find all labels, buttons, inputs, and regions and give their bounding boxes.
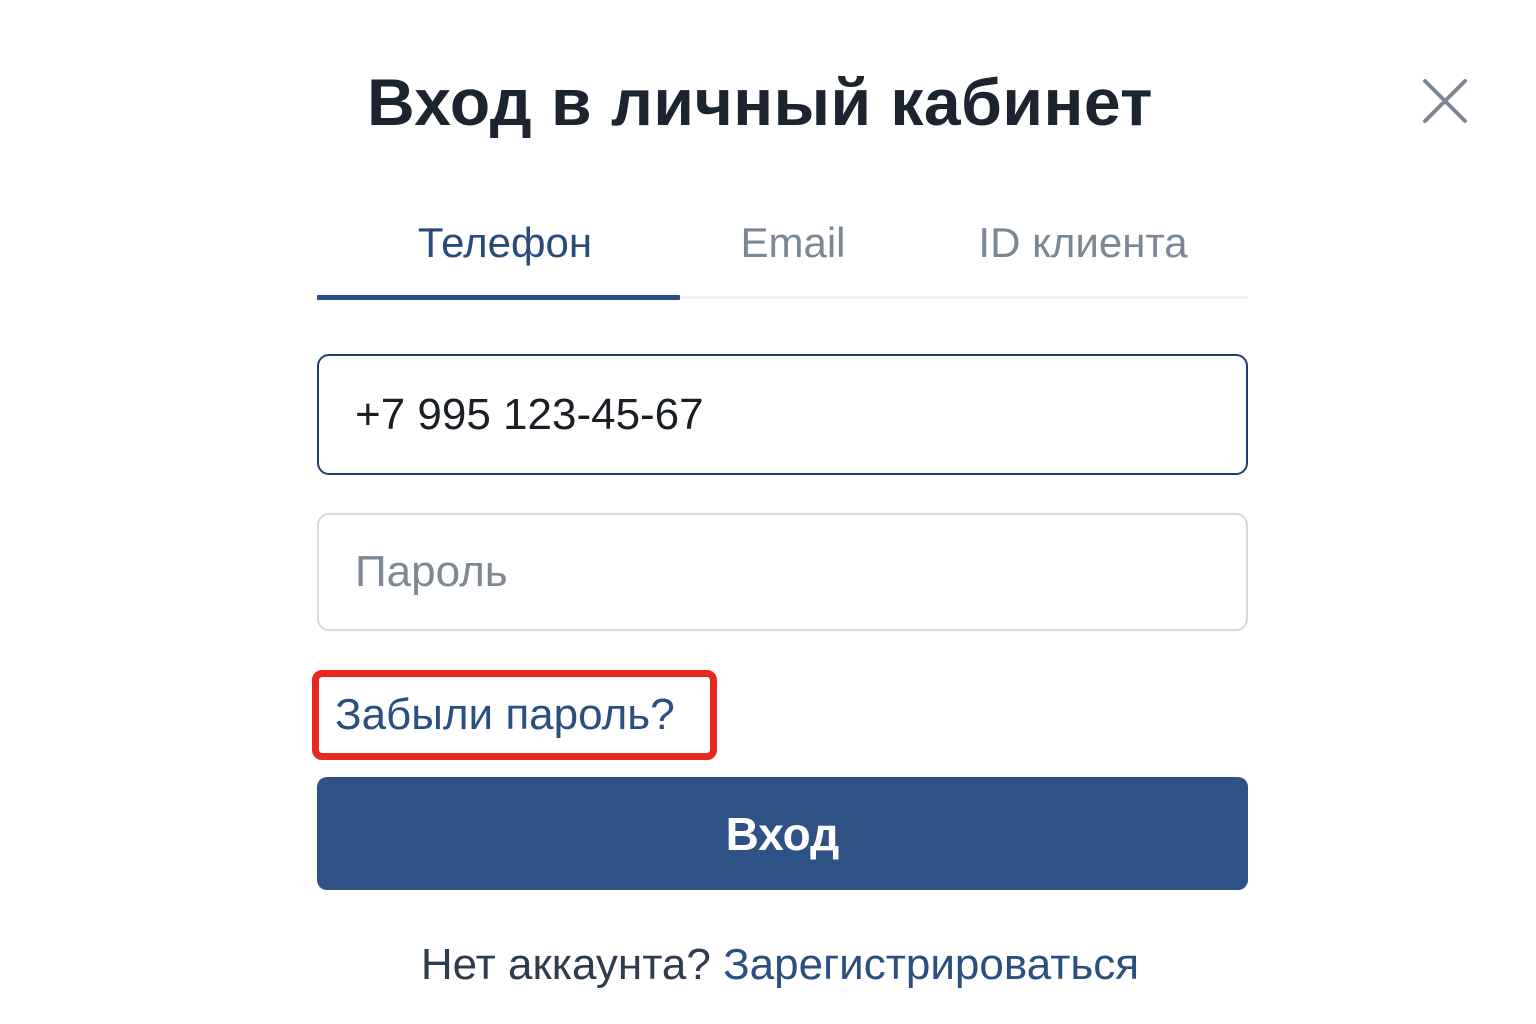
- forgot-password-link[interactable]: Забыли пароль?: [335, 685, 675, 745]
- register-link[interactable]: Зарегистрироваться: [723, 940, 1139, 989]
- tab-client-id[interactable]: ID клиента: [923, 210, 1243, 276]
- login-button[interactable]: Вход: [317, 777, 1248, 890]
- no-account-text: Нет аккаунта?: [420, 940, 711, 989]
- dialog-title: Вход в личный кабинет: [367, 65, 1153, 139]
- active-tab-indicator: [317, 295, 680, 300]
- password-input[interactable]: [317, 513, 1248, 631]
- close-icon: [1423, 79, 1467, 123]
- close-button[interactable]: [1420, 76, 1470, 126]
- highlight-box: Забыли пароль?: [312, 670, 717, 760]
- tab-phone[interactable]: Телефон: [317, 210, 693, 276]
- login-method-tabs: Телефон Email ID клиента: [317, 210, 1248, 300]
- phone-input[interactable]: [317, 354, 1248, 475]
- tab-email[interactable]: Email: [693, 210, 893, 276]
- signup-prompt: Нет аккаунта? Зарегистрироваться: [0, 935, 1536, 995]
